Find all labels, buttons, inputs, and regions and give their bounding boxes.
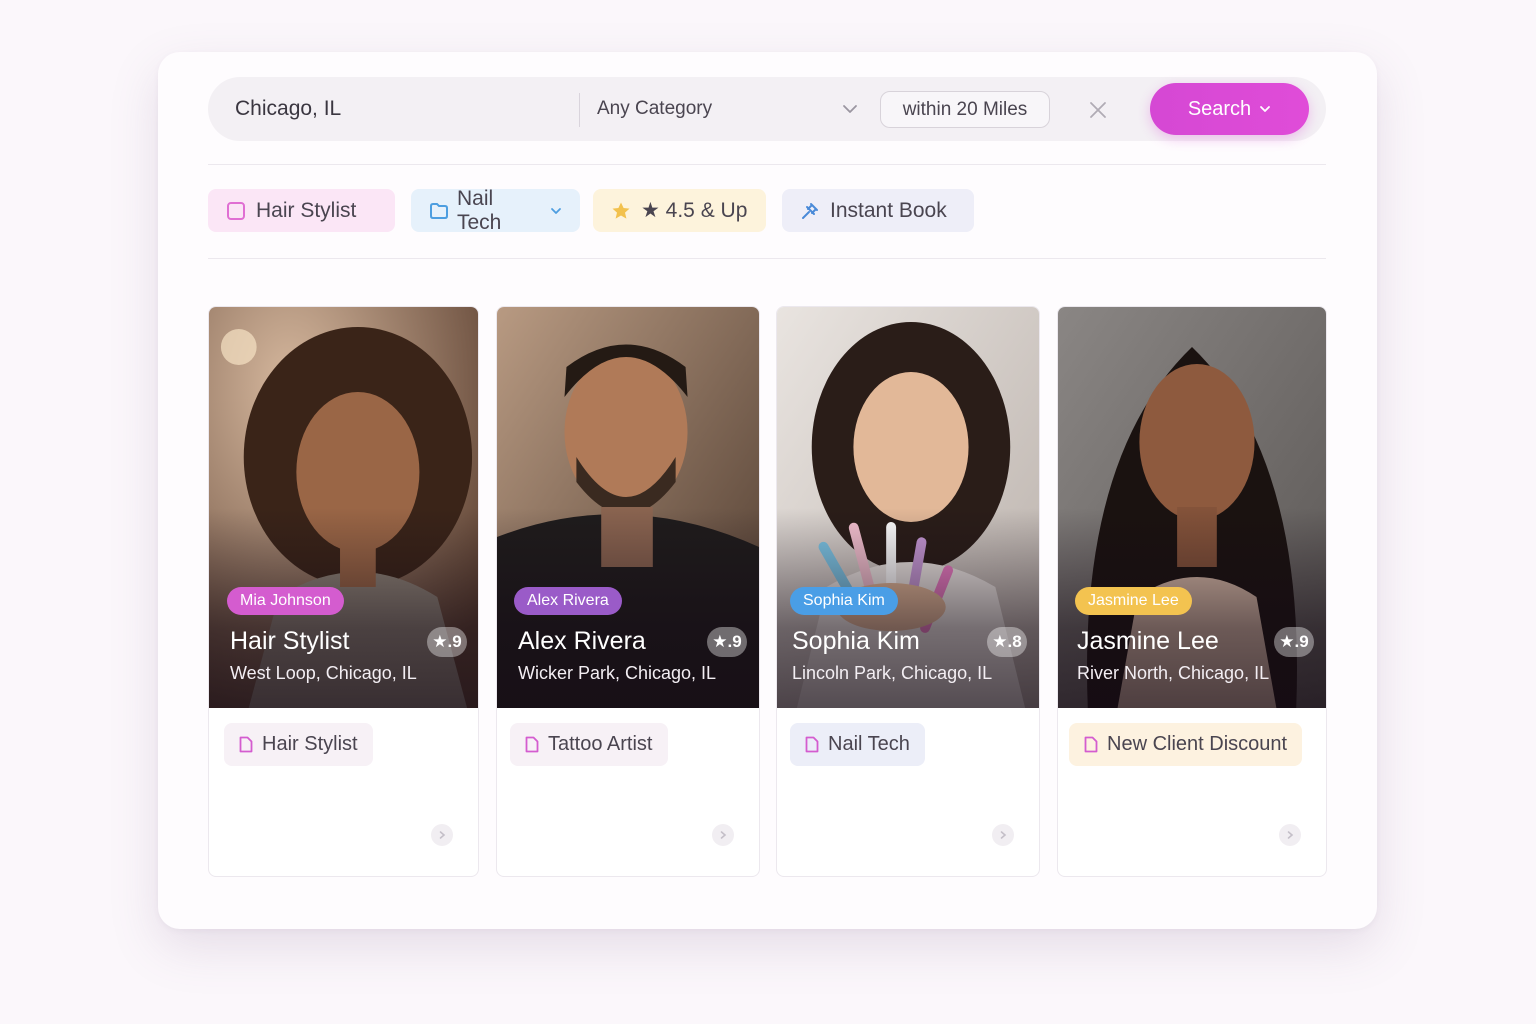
filter-chip-nail-tech[interactable]: Nail Tech bbox=[411, 186, 580, 234]
filter-chip-label: ★ 4.5 & Up bbox=[641, 199, 748, 222]
filter-chip-label: Instant Book bbox=[830, 198, 947, 222]
card-location: Lincoln Park, Chicago, IL bbox=[792, 663, 993, 683]
provider-photo: Mia Johnson Hair Stylist ★.9 West Loop, … bbox=[209, 307, 478, 708]
divider bbox=[208, 164, 1326, 165]
card-title: Sophia Kim bbox=[792, 627, 920, 655]
card-location: Wicker Park, Chicago, IL bbox=[518, 663, 717, 683]
document-icon bbox=[1084, 736, 1098, 753]
folder-icon bbox=[430, 202, 448, 219]
pin-icon bbox=[802, 202, 818, 219]
provider-photo: Alex Rivera Alex Rivera ★.9 Wicker Park,… bbox=[497, 307, 759, 708]
rating-badge: ★.9 bbox=[427, 627, 467, 657]
service-tag: Nail Tech bbox=[790, 723, 925, 766]
category-select-value: Any Category bbox=[597, 98, 713, 119]
chevron-right-icon bbox=[439, 831, 446, 839]
card-arrow-button[interactable] bbox=[1279, 824, 1301, 846]
service-tag: New Client Discount bbox=[1069, 723, 1303, 766]
distance-value: within 20 Miles bbox=[902, 98, 1028, 120]
rating-badge: ★.9 bbox=[1274, 627, 1314, 657]
provider-card[interactable]: Sophia Kim Sophia Kim ★.8 Lincoln Park, … bbox=[776, 306, 1040, 877]
card-title: Jasmine Lee bbox=[1077, 627, 1219, 655]
star-icon bbox=[612, 202, 630, 219]
chevron-down-icon bbox=[843, 105, 857, 113]
clear-icon[interactable] bbox=[1087, 99, 1109, 121]
filter-chip-rating[interactable]: ★ 4.5 & Up bbox=[593, 189, 766, 232]
service-tag: Hair Stylist bbox=[224, 723, 373, 766]
provider-name-tag: Alex Rivera bbox=[514, 587, 622, 615]
provider-card[interactable]: Alex Rivera Alex Rivera ★.9 Wicker Park,… bbox=[496, 306, 760, 877]
card-arrow-button[interactable] bbox=[992, 824, 1014, 846]
square-outline-icon bbox=[227, 201, 245, 220]
filter-chip-label: Nail Tech bbox=[457, 186, 502, 234]
provider-name-tag: Sophia Kim bbox=[790, 587, 898, 615]
search-bar: Any Category within 20 Miles Search bbox=[208, 77, 1326, 141]
chevron-right-icon bbox=[1000, 831, 1007, 839]
document-icon bbox=[525, 736, 539, 753]
search-button-label: Search bbox=[1187, 97, 1252, 120]
card-arrow-button[interactable] bbox=[431, 824, 453, 846]
location-input[interactable] bbox=[208, 77, 578, 141]
service-tag-label: Nail Tech bbox=[828, 733, 910, 755]
divider bbox=[208, 258, 1326, 259]
card-title: Alex Rivera bbox=[518, 627, 646, 655]
filter-chip-instant-book[interactable]: Instant Book bbox=[782, 189, 974, 232]
card-arrow-button[interactable] bbox=[712, 824, 734, 846]
service-tag-label: Tattoo Artist bbox=[548, 733, 653, 755]
provider-card[interactable]: Jasmine Lee Jasmine Lee ★.9 River North,… bbox=[1057, 306, 1327, 877]
rating-badge: ★.8 bbox=[987, 627, 1027, 657]
search-results-panel: Any Category within 20 Miles Search Hair… bbox=[158, 52, 1377, 929]
card-location: West Loop, Chicago, IL bbox=[230, 663, 417, 683]
distance-select[interactable]: within 20 Miles bbox=[880, 91, 1050, 128]
filter-chip-label: Hair Stylist bbox=[256, 198, 357, 222]
rating-badge: ★.9 bbox=[707, 627, 747, 657]
category-select[interactable]: Any Category bbox=[580, 85, 870, 133]
service-tag-label: New Client Discount bbox=[1107, 733, 1288, 755]
provider-photo: Sophia Kim Sophia Kim ★.8 Lincoln Park, … bbox=[777, 307, 1039, 708]
card-location: River North, Chicago, IL bbox=[1077, 663, 1270, 683]
service-tag-label: Hair Stylist bbox=[262, 733, 358, 755]
chevron-right-icon bbox=[1287, 831, 1294, 839]
provider-card[interactable]: Mia Johnson Hair Stylist ★.9 West Loop, … bbox=[208, 306, 479, 877]
provider-name-tag: Mia Johnson bbox=[227, 587, 344, 615]
provider-name-tag: Jasmine Lee bbox=[1075, 587, 1192, 615]
service-tag: Tattoo Artist bbox=[510, 723, 668, 766]
search-button[interactable]: Search bbox=[1150, 83, 1309, 135]
card-title: Hair Stylist bbox=[230, 627, 350, 655]
filter-chip-hair-stylist[interactable]: Hair Stylist bbox=[208, 189, 395, 232]
chevron-right-icon bbox=[720, 831, 727, 839]
provider-photo: Jasmine Lee Jasmine Lee ★.9 River North,… bbox=[1058, 307, 1326, 708]
chevron-down-icon bbox=[1260, 106, 1271, 112]
chevron-down-icon bbox=[551, 207, 561, 214]
document-icon bbox=[805, 736, 819, 753]
document-icon bbox=[239, 736, 253, 753]
